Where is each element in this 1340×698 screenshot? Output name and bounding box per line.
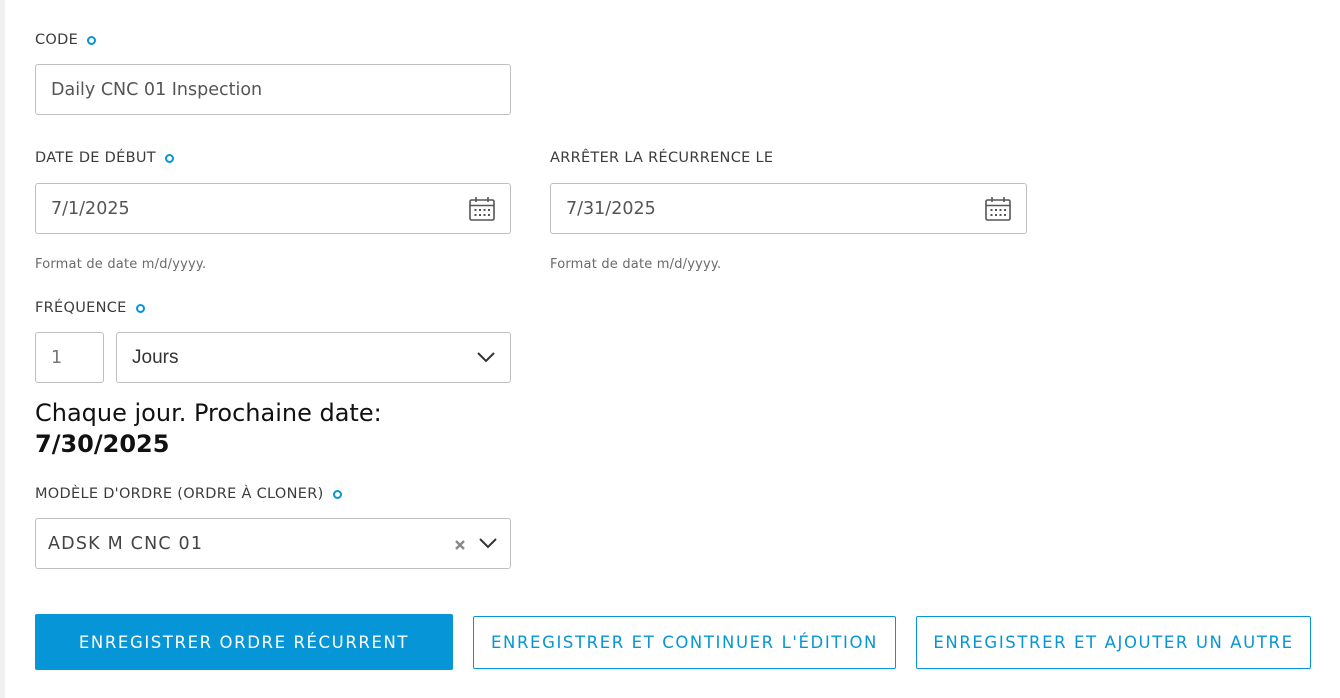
recurrence-summary: Chaque jour. Prochaine date: 7/30/2025 (35, 398, 382, 460)
start-date-hint: Format de date m/d/yyyy. (35, 257, 207, 272)
save-recurring-order-button[interactable]: ENREGISTRER ORDRE RÉCURRENT (35, 614, 453, 670)
required-indicator-icon (135, 303, 145, 313)
frequency-count-value: 1 (51, 347, 63, 368)
code-input-value: Daily CNC 01 Inspection (51, 79, 263, 100)
template-select[interactable]: ADSK M CNC 01 (35, 518, 511, 569)
code-label-text: CODE (35, 32, 79, 48)
start-date-value: 7/1/2025 (51, 198, 130, 219)
start-date-input[interactable]: 7/1/2025 (35, 183, 511, 234)
stop-date-label: ARRÊTER LA RÉCURRENCE LE (550, 150, 773, 166)
start-date-label: DATE DE DÉBUT (35, 150, 174, 166)
start-date-label-text: DATE DE DÉBUT (35, 150, 156, 166)
stop-date-hint: Format de date m/d/yyyy. (550, 257, 722, 272)
chevron-down-icon[interactable] (478, 536, 498, 550)
save-and-add-another-button[interactable]: ENREGISTRER ET AJOUTER UN AUTRE (916, 616, 1311, 669)
calendar-icon[interactable] (984, 195, 1012, 223)
required-indicator-icon (164, 153, 174, 163)
code-input[interactable]: Daily CNC 01 Inspection (35, 64, 511, 115)
required-indicator-icon (87, 35, 97, 45)
save-and-continue-button[interactable]: ENREGISTRER ET CONTINUER L'ÉDITION (473, 616, 896, 669)
frequency-unit-value: Jours (132, 346, 179, 368)
frequency-label-text: FRÉQUENCE (35, 300, 127, 316)
close-icon[interactable] (454, 539, 466, 551)
page-left-edge (0, 0, 5, 698)
stop-date-label-text: ARRÊTER LA RÉCURRENCE LE (550, 150, 774, 166)
frequency-label: FRÉQUENCE (35, 300, 145, 316)
frequency-count-input[interactable]: 1 (35, 332, 104, 383)
next-date: 7/30/2025 (35, 430, 170, 458)
template-value: ADSK M CNC 01 (48, 533, 204, 554)
frequency-unit-select[interactable]: Jours (116, 332, 511, 383)
code-label: CODE (35, 32, 97, 48)
template-label-text: MODÈLE D'ORDRE (ORDRE À CLONER) (35, 486, 324, 502)
stop-date-value: 7/31/2025 (566, 198, 656, 219)
chevron-down-icon[interactable] (476, 350, 496, 364)
required-indicator-icon (332, 489, 342, 499)
recurrence-summary-text: Chaque jour. Prochaine date: (35, 399, 382, 427)
template-label: MODÈLE D'ORDRE (ORDRE À CLONER) (35, 486, 342, 502)
calendar-icon[interactable] (468, 195, 496, 223)
stop-date-input[interactable]: 7/31/2025 (550, 183, 1027, 234)
